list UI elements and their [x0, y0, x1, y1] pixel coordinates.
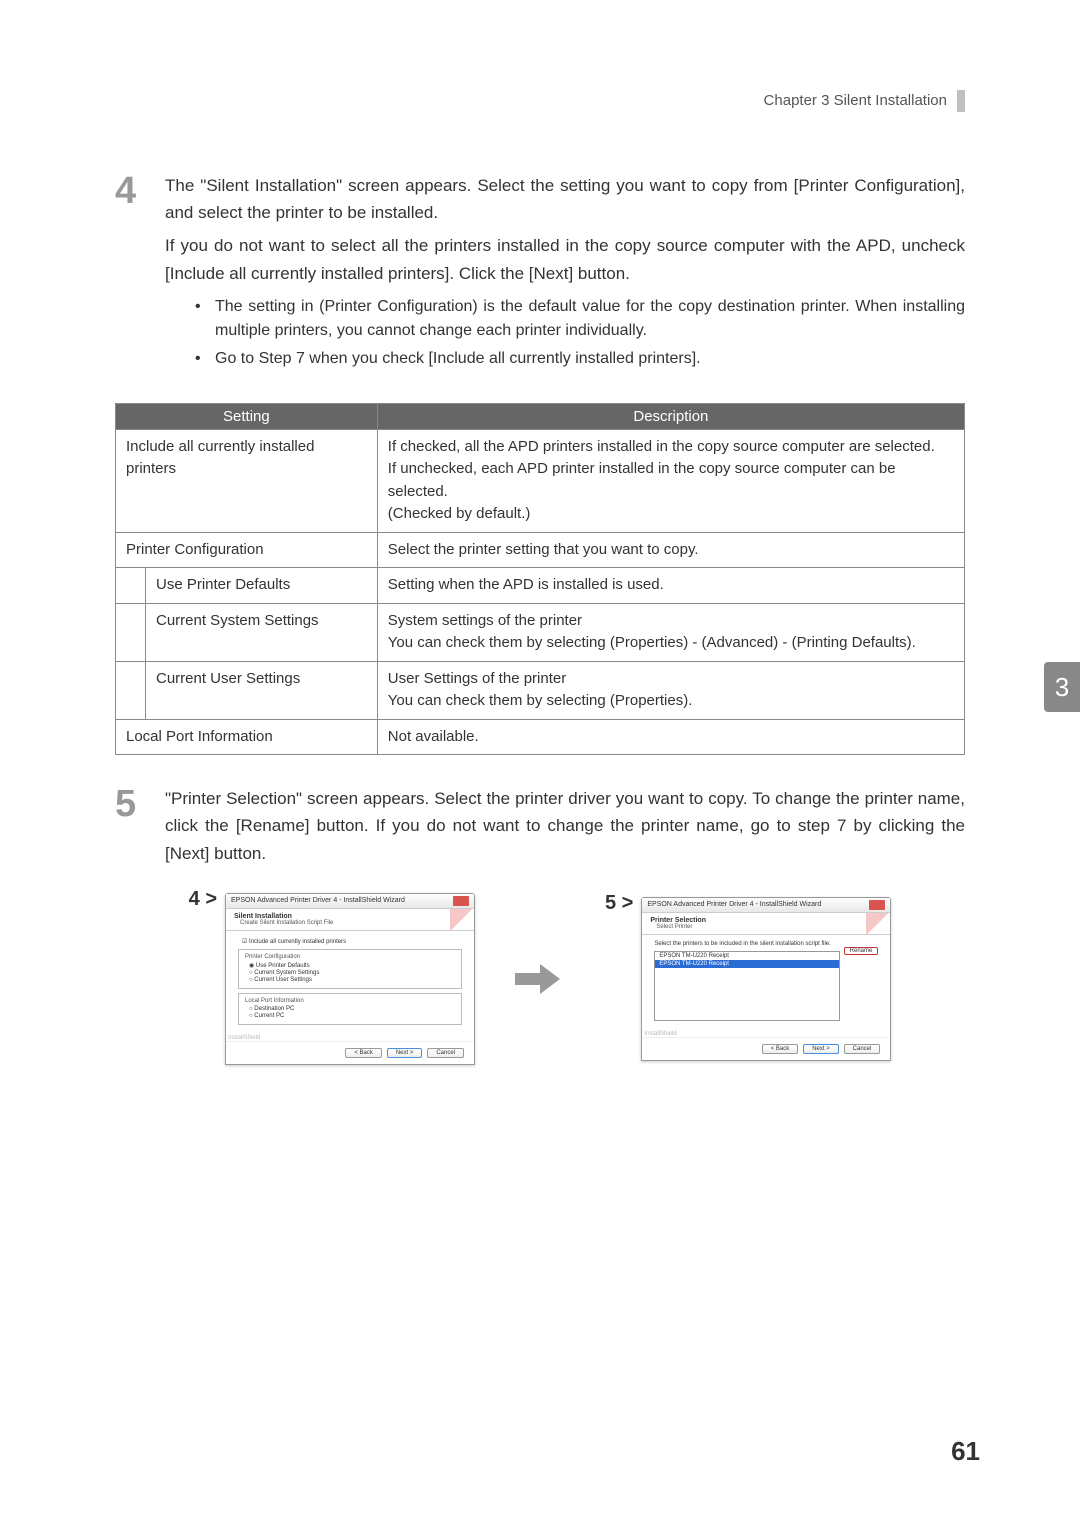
page-number: 61 [951, 1436, 980, 1467]
list-item[interactable]: EPSON TM-U220 Receipt [655, 952, 838, 960]
table-row-description: System settings of the printerYou can ch… [377, 603, 964, 661]
table-row-setting: Current User Settings [146, 661, 378, 719]
radio-use-printer-defaults[interactable]: ◉ Use Printer Defaults [245, 962, 455, 969]
close-icon[interactable] [869, 900, 885, 910]
local-port-group: Local Port Information [245, 998, 455, 1004]
table-row-description: If checked, all the APD printers install… [377, 429, 964, 532]
close-icon[interactable] [453, 896, 469, 906]
back-button[interactable]: < Back [345, 1048, 382, 1058]
step-4-text-2: If you do not want to select all the pri… [165, 232, 965, 286]
printer-listbox[interactable]: EPSON TM-U220 Receipt EPSON TM-U220 Rece… [654, 951, 839, 1021]
table-row-description: Select the printer setting that you want… [377, 532, 964, 568]
cancel-button[interactable]: Cancel [427, 1048, 464, 1058]
settings-header-description: Description [377, 403, 964, 429]
table-row-description: Setting when the APD is installed is use… [377, 568, 964, 604]
dialog-4-heading: Silent Installation [234, 913, 466, 920]
dialog-4-subheading: Create Silent Installation Script File [234, 920, 466, 926]
include-all-checkbox[interactable]: ☑ Include all currently installed printe… [238, 938, 462, 945]
dialog-silent-installation: EPSON Advanced Printer Driver 4 - Instal… [225, 893, 475, 1065]
printer-config-group: Printer Configuration [245, 954, 455, 960]
step-4-bullet-2: Go to Step 7 when you check [Include all… [195, 347, 965, 371]
dialog-5-heading: Printer Selection [650, 917, 882, 924]
chapter-header: Chapter 3 Silent Installation [115, 90, 965, 112]
table-row-setting: Current System Settings [146, 603, 378, 661]
dialog-5-title: EPSON Advanced Printer Driver 4 - Instal… [647, 901, 821, 908]
table-row-setting: Printer Configuration [116, 532, 378, 568]
arrow-icon [515, 959, 565, 999]
rename-button[interactable]: Rename [844, 947, 879, 955]
step-5-text: "Printer Selection" screen appears. Sele… [165, 785, 965, 867]
table-row-description: User Settings of the printerYou can chec… [377, 661, 964, 719]
screenshot-5-label: 5 > [605, 892, 633, 915]
radio-current-system[interactable]: ○ Current System Settings [245, 970, 455, 976]
screenshot-4-label: 4 > [189, 888, 217, 911]
radio-destination-pc[interactable]: ○ Destination PC [245, 1006, 455, 1012]
cancel-button[interactable]: Cancel [844, 1044, 881, 1054]
step-5-number: 5 [115, 785, 165, 873]
step-4-bullet-1: The setting in (Printer Configuration) i… [195, 295, 965, 343]
table-row-setting: Include all currently installed printers [116, 429, 378, 532]
dialog-printer-selection: EPSON Advanced Printer Driver 4 - Instal… [641, 897, 891, 1061]
table-row-setting: Local Port Information [116, 719, 378, 755]
table-row-setting: Use Printer Defaults [146, 568, 378, 604]
radio-current-user[interactable]: ○ Current User Settings [245, 977, 455, 983]
next-button[interactable]: Next > [387, 1048, 423, 1058]
step-4-text-1: The "Silent Installation" screen appears… [165, 172, 965, 226]
table-row-description: Not available. [377, 719, 964, 755]
chapter-tab: 3 [1044, 662, 1080, 712]
radio-current-pc[interactable]: ○ Current PC [245, 1013, 455, 1019]
dialog-5-subheading: Select Printer [650, 924, 882, 930]
back-button[interactable]: < Back [762, 1044, 799, 1054]
settings-header-setting: Setting [116, 403, 378, 429]
list-item[interactable]: EPSON TM-U220 Receipt [655, 960, 838, 968]
step-4-number: 4 [115, 172, 165, 383]
settings-table: Setting Description Include all currentl… [115, 403, 965, 756]
next-button[interactable]: Next > [803, 1044, 839, 1054]
dialog-4-title: EPSON Advanced Printer Driver 4 - Instal… [231, 897, 405, 904]
